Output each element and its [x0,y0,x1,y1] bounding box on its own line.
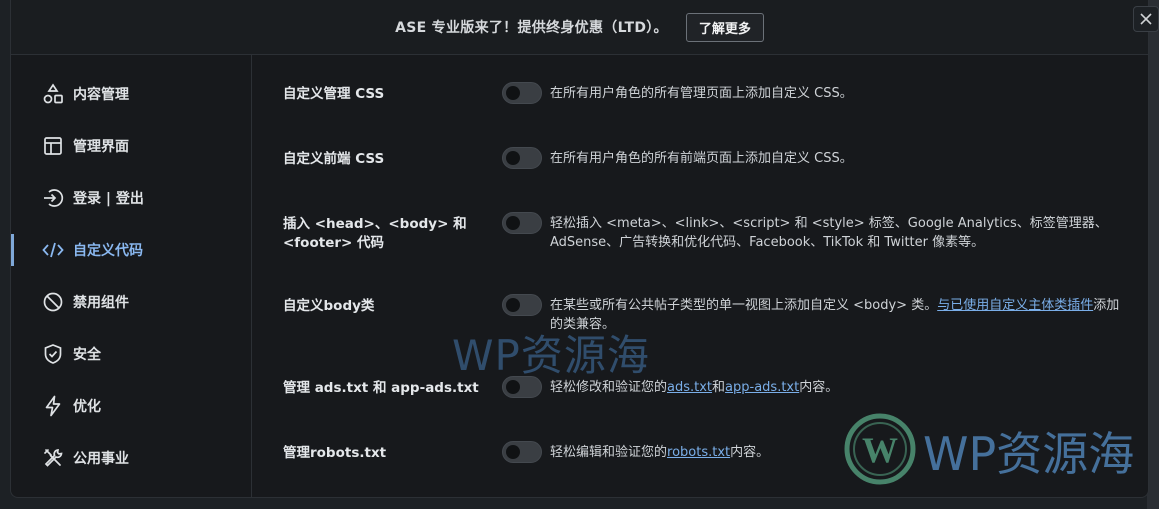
setting-title: 插入 <head>、<body> 和 <footer> 代码 [283,216,467,251]
sidebar-item-utilities[interactable]: 公用事业 [11,443,252,473]
setting-description: 轻松插入 <meta>、<link>、<script> 和 <style> 标签… [550,216,1108,250]
sidebar-item-label: 自定义代码 [73,243,143,259]
settings-panel: ASE 专业版来了！提供终身优惠（LTD）。 了解更多 内容管理 管理界面 登录… [10,0,1149,498]
setting-description: 在某些或所有公共帖子类型的单一视图上添加自定义 <body> 类。与已使用自定义… [550,296,1125,334]
settings-content: 自定义管理 CSS 在所有用户角色的所有管理页面上添加自定义 CSS。 自定义前… [253,55,1148,497]
description-text: 轻松编辑和验证您的 [550,445,668,460]
learn-more-button[interactable]: 了解更多 [685,12,764,42]
sidebar-item-label: 管理界面 [73,139,129,155]
sidebar-item-label: 内容管理 [73,87,129,103]
setting-description: 轻松编辑和验证您的robots.txt内容。 [550,443,1125,462]
sidebar-item-label: 安全 [73,347,101,363]
description-text: 内容。 [730,445,770,460]
setting-description: 在所有用户角色的所有管理页面上添加自定义 CSS。 [550,86,853,101]
sidebar-item-label: 登录 | 登出 [73,191,144,207]
shapes-icon [42,83,64,105]
setting-title: 管理 ads.txt 和 app-ads.txt [283,380,479,396]
robots-txt-link[interactable]: robots.txt [667,445,730,460]
sidebar-item-security[interactable]: 安全 [11,339,252,369]
layout-icon [42,135,64,157]
sidebar-item-label: 公用事业 [73,451,129,467]
sidebar-item-custom-code[interactable]: 自定义代码 [11,234,252,266]
app-ads-txt-link[interactable]: app-ads.txt [725,380,799,395]
setting-title: 自定义管理 CSS [283,86,385,102]
description-text: 轻松修改和验证您的 [550,380,668,395]
setting-description: 在所有用户角色的所有前端页面上添加自定义 CSS。 [550,151,853,166]
setting-description: 轻松修改和验证您的ads.txt和app-ads.txt内容。 [550,378,1125,397]
custom-body-class-plugin-link[interactable]: 与已使用自定义主体类插件 [937,298,1093,313]
code-icon [42,239,64,261]
sidebar: 内容管理 管理界面 登录 | 登出 自定义代码 禁用组件 安全 优化 公用事业 [11,55,252,497]
setting-toggle[interactable] [502,294,542,316]
sidebar-item-optimization[interactable]: 优化 [11,391,252,421]
setting-toggle[interactable] [502,212,542,234]
promo-text: ASE 专业版来了！提供终身优惠（LTD）。 [395,20,668,36]
sidebar-item-label: 禁用组件 [73,295,129,311]
setting-toggle[interactable] [502,147,542,169]
setting-title: 管理robots.txt [283,445,387,461]
tools-icon [42,447,64,469]
login-icon [42,187,64,209]
setting-toggle[interactable] [502,441,542,463]
setting-title: 自定义前端 CSS [283,151,385,167]
sidebar-item-admin-interface[interactable]: 管理界面 [11,131,252,161]
shield-check-icon [42,343,64,365]
setting-toggle[interactable] [502,376,542,398]
setting-toggle[interactable] [502,82,542,104]
ban-icon [42,291,64,313]
sidebar-item-label: 优化 [73,399,101,415]
lightning-icon [42,395,64,417]
description-text: 在某些或所有公共帖子类型的单一视图上添加自定义 <body> 类。 [550,298,938,313]
sidebar-item-disable-components[interactable]: 禁用组件 [11,287,252,317]
description-text: 和 [712,380,726,395]
sidebar-item-login-logout[interactable]: 登录 | 登出 [11,183,252,213]
sidebar-item-content-management[interactable]: 内容管理 [11,79,252,109]
ads-txt-link[interactable]: ads.txt [667,380,712,395]
promo-banner: ASE 专业版来了！提供终身优惠（LTD）。 了解更多 [11,0,1148,55]
close-icon [1140,10,1152,29]
description-text: 内容。 [799,380,839,395]
setting-title: 自定义body类 [283,298,375,314]
close-button[interactable] [1133,6,1159,32]
